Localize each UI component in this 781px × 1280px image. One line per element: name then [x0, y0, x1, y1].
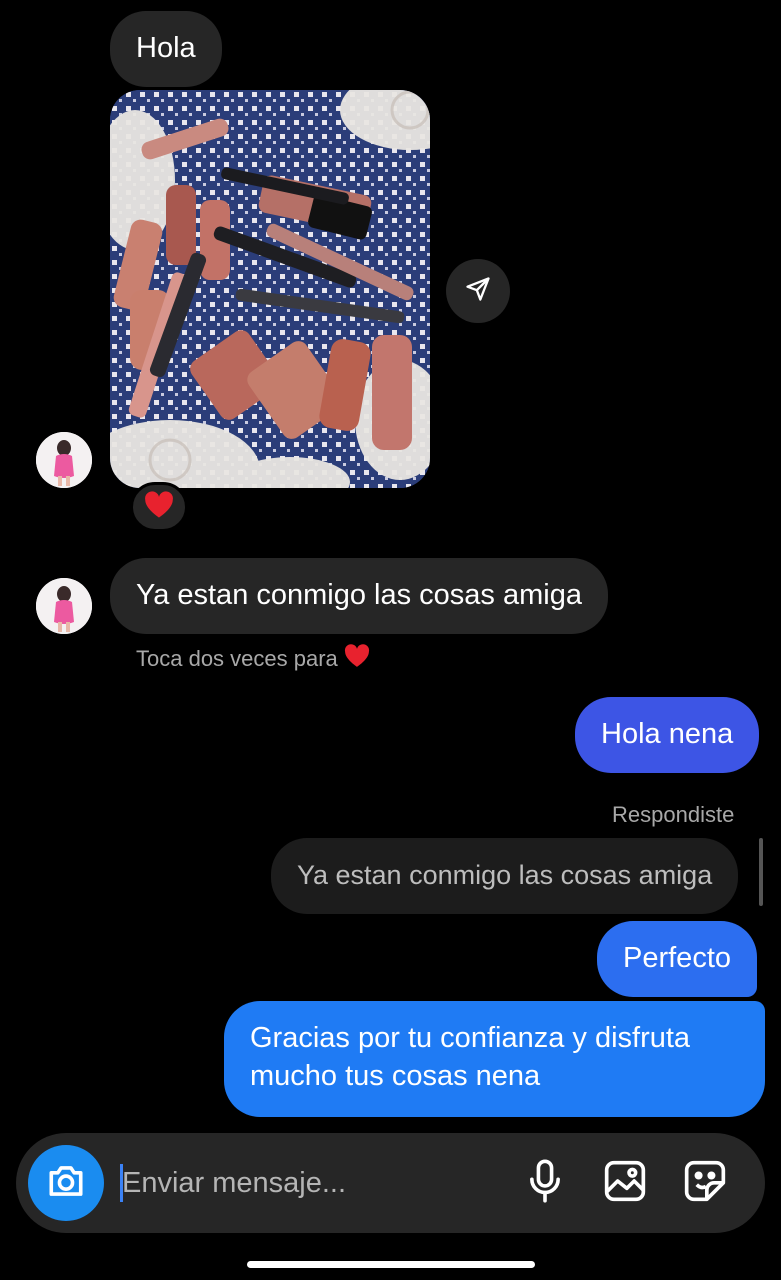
replied-label: Respondiste	[612, 802, 735, 827]
reply-indicator-bar	[759, 838, 763, 906]
contact-avatar[interactable]	[36, 432, 92, 488]
incoming-message[interactable]: Hola	[110, 11, 222, 87]
incoming-photo[interactable]	[110, 90, 430, 488]
incoming-message[interactable]: Ya estan conmigo las cosas amiga	[110, 558, 608, 634]
home-indicator[interactable]	[247, 1261, 535, 1268]
microphone-icon	[525, 1158, 565, 1209]
message-input[interactable]	[122, 1163, 422, 1203]
camera-icon	[46, 1163, 86, 1204]
reaction-badge[interactable]	[130, 482, 188, 532]
outgoing-message[interactable]: Perfecto	[597, 921, 757, 997]
outgoing-message[interactable]: Hola nena	[575, 697, 760, 773]
send-icon	[464, 275, 492, 308]
heart-icon	[144, 490, 174, 524]
share-button[interactable]	[446, 259, 510, 323]
image-icon	[603, 1159, 647, 1208]
sticker-icon	[683, 1159, 727, 1208]
gallery-button[interactable]	[600, 1158, 650, 1208]
chat-screen: Hola Ya estan conmigo las cosas amiga To…	[0, 0, 781, 1280]
camera-button[interactable]	[28, 1145, 104, 1221]
heart-icon	[344, 644, 370, 674]
reply-preview[interactable]: Ya estan conmigo las cosas amiga	[271, 838, 739, 914]
outgoing-message[interactable]: Gracias por tu confianza y disfruta much…	[224, 1001, 765, 1117]
double-tap-hint: Toca dos veces para	[136, 644, 370, 674]
message-composer	[16, 1133, 765, 1233]
microphone-button[interactable]	[520, 1158, 570, 1208]
contact-avatar[interactable]	[36, 578, 92, 634]
sticker-button[interactable]	[680, 1158, 730, 1208]
